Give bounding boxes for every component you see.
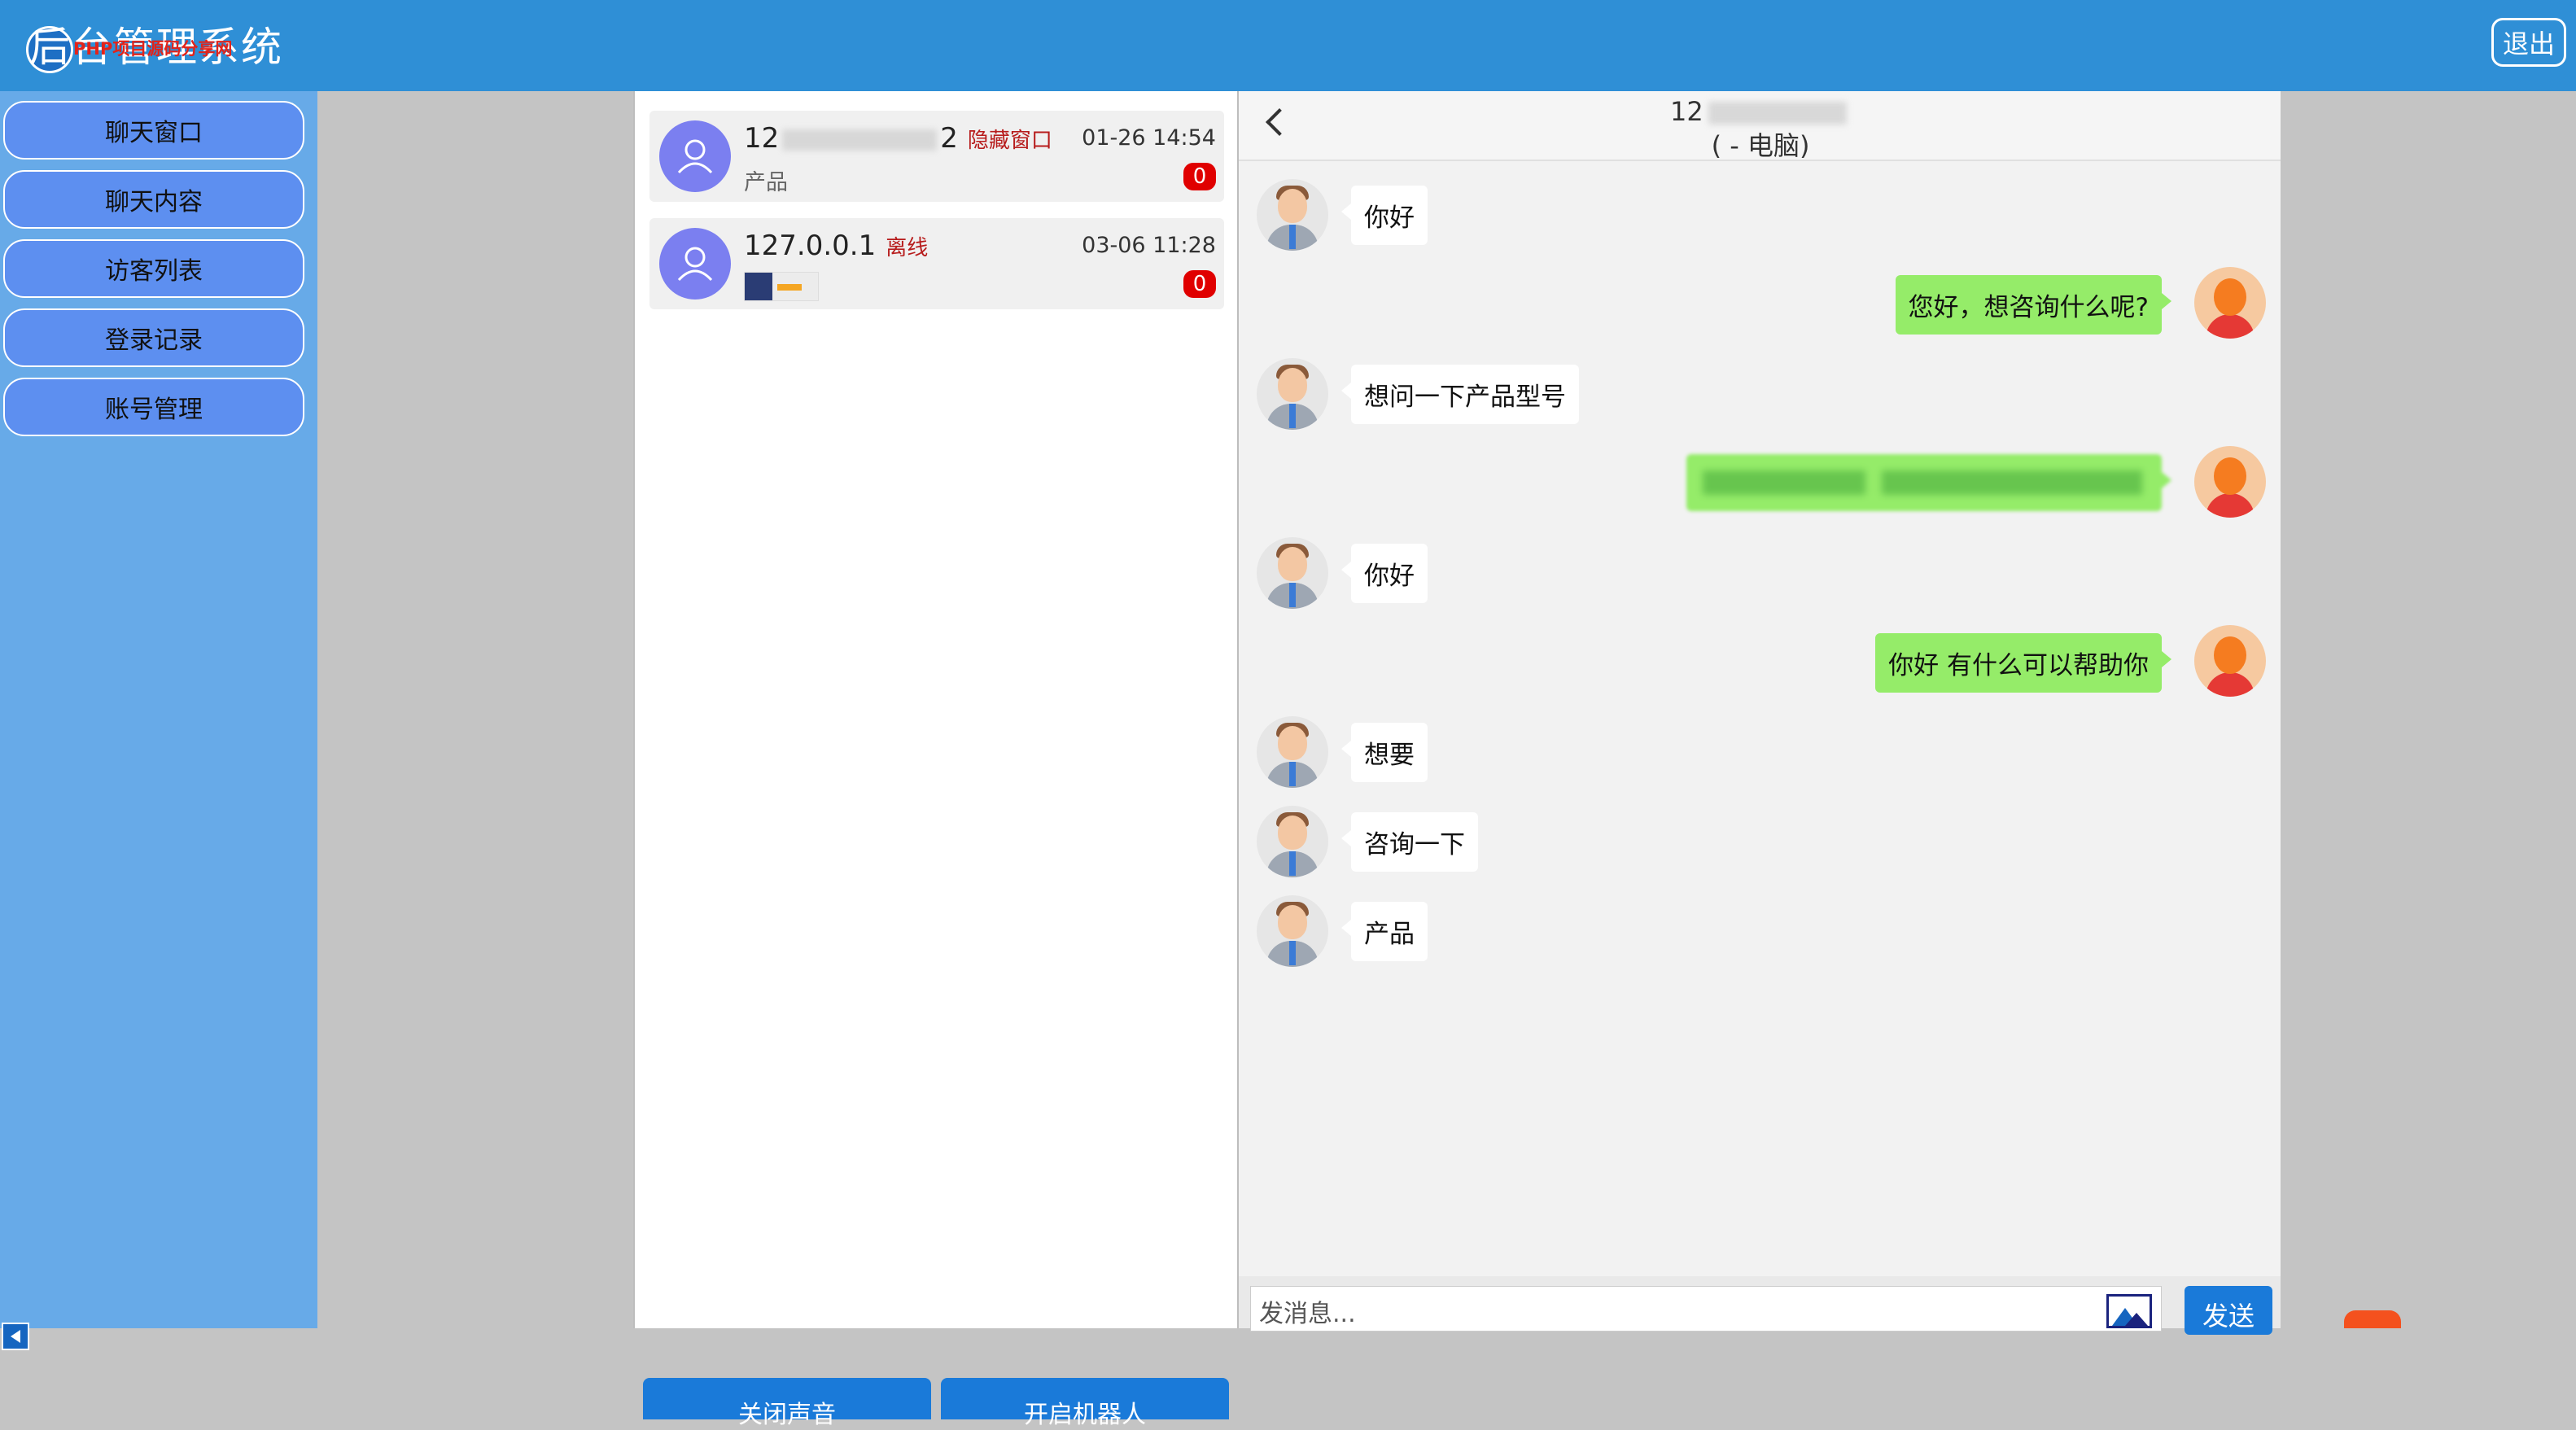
visitor-time: 03-06 11:28 [1082, 233, 1216, 258]
chat-message-visitor: 咨询一下 [1341, 812, 1478, 872]
logo-watermark-text: PHP项目源码分享网 [73, 39, 233, 59]
message-input-area: 发消息... 发送 [1239, 1276, 2282, 1335]
user-avatar-icon [659, 228, 731, 300]
visitor-name: 12 2 隐藏窗口 [744, 122, 1052, 155]
visitor-card[interactable]: 127.0.0.1 离线 03-06 11:28 0 [649, 218, 1224, 309]
visitor-card[interactable]: 12 2 隐藏窗口 01-26 14:54 产品 0 [649, 111, 1224, 202]
visitor-avatar [1257, 716, 1328, 788]
message-input[interactable]: 发消息... [1250, 1286, 2162, 1332]
redacted-block [1703, 470, 1865, 495]
visitor-list-panel: 12 2 隐藏窗口 01-26 14:54 产品 0 127.0.0.1 离线 03-… [633, 91, 1239, 1429]
floating-widget-icon[interactable] [2344, 1310, 2401, 1328]
chat-message-visitor: 想问一下产品型号 [1341, 365, 1579, 424]
visitor-status: 离线 [886, 236, 929, 260]
chat-title-ip: 12 [1670, 96, 1847, 127]
image-upload-icon[interactable] [2106, 1294, 2152, 1328]
chat-message-agent: 你好 有什么可以帮助你 [1875, 633, 2171, 693]
visitor-avatar [1257, 537, 1328, 609]
chat-panel: 12 ( - 电脑) 你好 您好，想咨询什么呢? 想问一下产品型号 你好 你好 … [1237, 91, 2282, 1335]
visitor-ip: 127.0.0.1 [744, 230, 877, 262]
logout-button[interactable]: 退出 [2491, 18, 2566, 67]
visitor-avatar [1257, 358, 1328, 430]
redacted-ip [1708, 102, 1847, 125]
agent-avatar [2194, 446, 2266, 518]
redacted-ip [782, 129, 938, 151]
mute-sound-button[interactable]: 关闭声音 [643, 1378, 931, 1429]
sidebar-item-login-records[interactable]: 登录记录 [3, 308, 304, 367]
visitor-time: 01-26 14:54 [1082, 125, 1216, 151]
visitor-last-message: 产品 [744, 170, 788, 195]
chat-header: 12 ( - 电脑) [1239, 91, 2282, 161]
sidebar-item-chat-content[interactable]: 聊天内容 [3, 170, 304, 229]
right-gutter [2281, 91, 2576, 1328]
chat-message-visitor: 想要 [1341, 723, 1428, 782]
top-header: 后台管理系统 PHP项目源码分享网 退出 [0, 0, 2576, 91]
chat-message-visitor: 产品 [1341, 902, 1428, 961]
unread-badge: 0 [1183, 163, 1216, 190]
sidebar-item-visitor-list[interactable]: 访客列表 [3, 239, 304, 298]
visitor-avatar [1257, 895, 1328, 967]
user-avatar-icon [659, 120, 731, 192]
send-button[interactable]: 发送 [2185, 1286, 2272, 1335]
chat-message-agent: 您好，想咨询什么呢? [1895, 275, 2172, 335]
visitor-name: 127.0.0.1 离线 [744, 230, 928, 262]
agent-avatar [2194, 267, 2266, 339]
sidebar: 聊天窗口 聊天内容 访客列表 登录记录 账号管理 [0, 91, 317, 1350]
chat-message-agent-redacted [1686, 454, 2171, 511]
redacted-block [1882, 470, 2142, 495]
chat-title-ip-text: 12 [1670, 96, 1703, 127]
sidebar-item-chat-window[interactable]: 聊天窗口 [3, 101, 304, 160]
agent-avatar [2194, 625, 2266, 697]
visitor-avatar [1257, 806, 1328, 877]
visitor-ip-tail: 2 [940, 122, 958, 155]
unread-badge: 0 [1183, 270, 1216, 298]
enable-robot-button[interactable]: 开启机器人 [941, 1378, 1229, 1429]
visitor-avatar [1257, 179, 1328, 251]
sidebar-item-account-management[interactable]: 账号管理 [3, 378, 304, 436]
image-preview-thumbnail [744, 272, 819, 301]
visitor-ip: 12 [744, 122, 780, 155]
visitor-status: 隐藏窗口 [967, 129, 1052, 153]
chat-title-device: ( - 电脑) [1711, 130, 1810, 161]
chat-message-visitor: 你好 [1341, 186, 1428, 245]
chat-message-visitor: 你好 [1341, 544, 1428, 603]
collapse-sidebar-icon[interactable] [2, 1323, 29, 1350]
